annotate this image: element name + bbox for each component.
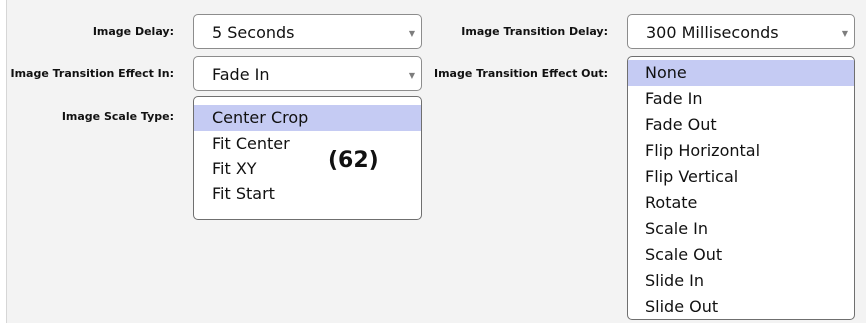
image-delay-value: 5 Seconds [212, 23, 295, 42]
effect-in-select[interactable]: Fade In ▼ [193, 56, 422, 91]
effect-out-option[interactable]: Flip Vertical [628, 164, 854, 190]
effect-out-option[interactable]: Slide In [628, 268, 854, 294]
effect-out-label: Image Transition Effect Out: [433, 67, 608, 80]
effect-in-value: Fade In [212, 65, 270, 84]
scale-type-option[interactable]: Center Crop [194, 105, 421, 131]
effect-out-option[interactable]: Scale In [628, 216, 854, 242]
step-badge: (62) [328, 148, 379, 173]
scale-type-option[interactable]: Fit Start [194, 181, 421, 206]
chevron-down-icon: ▼ [841, 29, 848, 38]
effect-out-option[interactable]: Rotate [628, 190, 854, 216]
effect-out-option[interactable]: Scale Out [628, 242, 854, 268]
scale-type-option[interactable]: Fit XY [194, 156, 421, 181]
scale-type-list[interactable]: Center Crop Fit Center Fit XY Fit Start [193, 96, 422, 220]
transition-delay-select[interactable]: 300 Milliseconds ▼ [627, 14, 855, 49]
scale-type-option[interactable]: Fit Center [194, 131, 421, 156]
effect-out-option[interactable]: None [628, 60, 854, 86]
effect-in-label: Image Transition Effect In: [10, 67, 175, 80]
image-delay-select[interactable]: 5 Seconds ▼ [193, 14, 422, 49]
transition-delay-value: 300 Milliseconds [646, 23, 779, 42]
chevron-down-icon: ▼ [408, 29, 415, 38]
effect-out-option[interactable]: Slide Out [628, 294, 854, 319]
scale-type-label: Image Scale Type: [61, 110, 174, 123]
transition-delay-label: Image Transition Delay: [461, 25, 608, 38]
chevron-down-icon: ▼ [408, 71, 415, 80]
effect-out-option[interactable]: Fade In [628, 86, 854, 112]
effect-out-option[interactable]: Fade Out [628, 112, 854, 138]
image-delay-label: Image Delay: [92, 25, 174, 38]
effect-out-list[interactable]: None Fade In Fade Out Flip Horizontal Fl… [627, 56, 855, 320]
effect-out-option[interactable]: Flip Horizontal [628, 138, 854, 164]
